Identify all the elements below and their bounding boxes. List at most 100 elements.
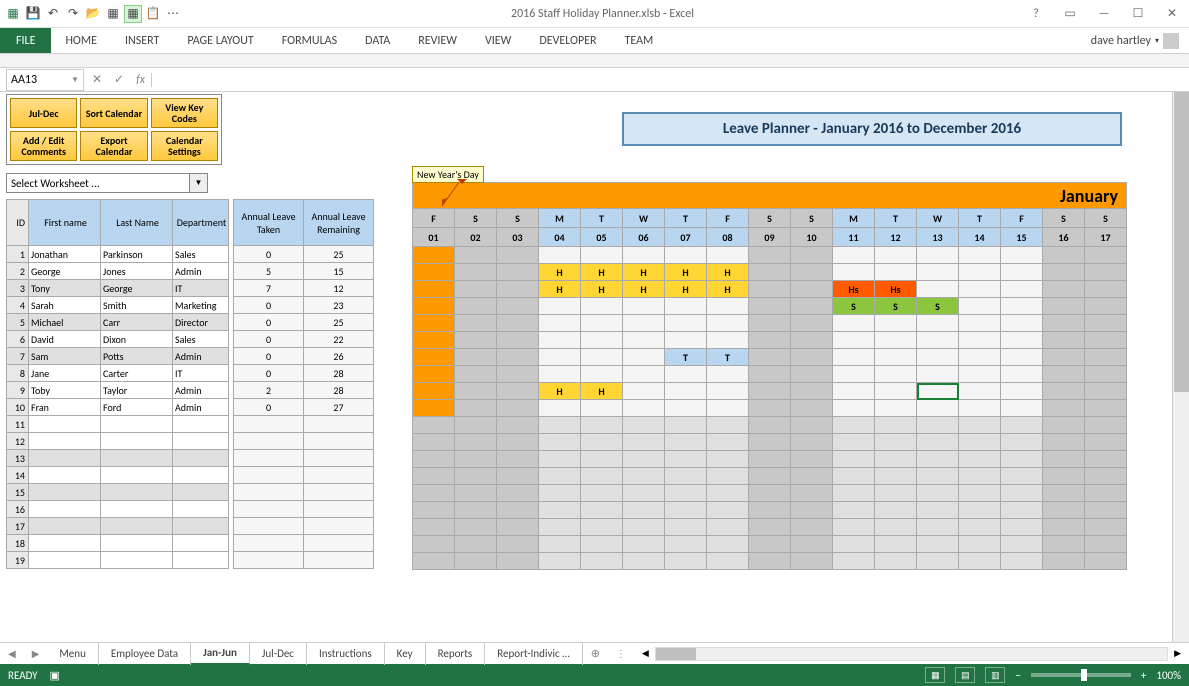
calendar-cell[interactable] (1001, 553, 1043, 570)
table-row[interactable] (234, 484, 374, 501)
calendar-cell[interactable]: H (707, 264, 749, 281)
calendar-cell[interactable] (581, 247, 623, 264)
calendar-cell[interactable] (497, 468, 539, 485)
calendar-cell[interactable] (1043, 485, 1085, 502)
calendar-cell[interactable] (665, 417, 707, 434)
calendar-row[interactable] (413, 400, 1127, 417)
table-row[interactable]: 12 (7, 433, 229, 450)
close-icon[interactable]: ✕ (1159, 6, 1185, 21)
calendar-cell[interactable] (1085, 281, 1127, 298)
calendar-cell[interactable] (791, 485, 833, 502)
calendar-cell[interactable] (413, 519, 455, 536)
calendar-cell[interactable] (917, 400, 959, 417)
calendar-cell[interactable] (749, 281, 791, 298)
calendar-cell[interactable] (455, 332, 497, 349)
calendar-cell[interactable]: H (581, 383, 623, 400)
calendar-row[interactable]: TT (413, 349, 1127, 366)
calendar-cell[interactable] (833, 247, 875, 264)
calendar-cell[interactable] (749, 553, 791, 570)
calendar-cell[interactable] (959, 502, 1001, 519)
calendar-cell[interactable] (497, 247, 539, 264)
calendar-cell[interactable] (1001, 383, 1043, 400)
calendar-cell[interactable] (413, 434, 455, 451)
user-menu[interactable]: dave hartley ▾ (1081, 28, 1189, 53)
calendar-cell[interactable] (497, 519, 539, 536)
table-row[interactable]: 228 (234, 382, 374, 399)
calendar-cell[interactable] (917, 247, 959, 264)
calendar-cell[interactable] (455, 434, 497, 451)
calendar-cell[interactable] (875, 519, 917, 536)
calendar-cell[interactable] (623, 502, 665, 519)
calendar-cell[interactable] (791, 332, 833, 349)
macro-icon[interactable]: ▣ (50, 669, 60, 682)
calendar-cell[interactable] (833, 536, 875, 553)
calendar-cell[interactable] (833, 502, 875, 519)
calendar-cell[interactable] (833, 332, 875, 349)
calendar-cell[interactable] (833, 553, 875, 570)
calendar-cell[interactable] (1043, 264, 1085, 281)
calendar-cell[interactable] (833, 264, 875, 281)
ribbon-tab-data[interactable]: DATA (351, 28, 404, 53)
calendar-cell[interactable] (791, 383, 833, 400)
calendar-cell[interactable] (497, 502, 539, 519)
calendar-cell[interactable] (539, 332, 581, 349)
calendar-cell[interactable] (833, 315, 875, 332)
calendar-cell[interactable] (959, 553, 1001, 570)
calendar-cell[interactable] (875, 468, 917, 485)
calendar-cell[interactable] (497, 451, 539, 468)
table-row[interactable] (234, 535, 374, 552)
calendar-cell[interactable]: H (707, 281, 749, 298)
calendar-cell[interactable]: H (623, 281, 665, 298)
vertical-scrollbar[interactable] (1172, 92, 1189, 642)
calendar-cell[interactable] (665, 485, 707, 502)
calendar-cell[interactable] (1043, 349, 1085, 366)
table-row[interactable] (234, 467, 374, 484)
calendar-cell[interactable] (455, 536, 497, 553)
calendar-cell[interactable] (623, 536, 665, 553)
calendar-cell[interactable] (623, 434, 665, 451)
calendar-cell[interactable] (455, 383, 497, 400)
grid-icon[interactable]: ▦ (104, 5, 122, 23)
calendar-cell[interactable] (749, 400, 791, 417)
enter-icon[interactable]: ✓ (108, 72, 130, 87)
calendar-cell[interactable] (707, 383, 749, 400)
table-row[interactable]: 025 (234, 246, 374, 263)
calendar-cell[interactable] (707, 400, 749, 417)
calendar-cell[interactable] (413, 451, 455, 468)
calendar-cell[interactable] (1001, 434, 1043, 451)
calendar-cell[interactable] (959, 519, 1001, 536)
calendar-cell[interactable] (917, 519, 959, 536)
table-row[interactable] (234, 416, 374, 433)
calendar-cell[interactable] (791, 553, 833, 570)
calendar-cell[interactable] (581, 434, 623, 451)
calendar-cell[interactable] (749, 298, 791, 315)
table-row[interactable]: 2GeorgeJonesAdmin (7, 263, 229, 280)
cancel-icon[interactable]: ✕ (86, 72, 108, 87)
calendar-cell[interactable] (791, 400, 833, 417)
calendar-cell[interactable] (959, 417, 1001, 434)
sheet-tab-jan-jun[interactable]: Jan-Jun (191, 643, 250, 665)
table-row[interactable]: 712 (234, 280, 374, 297)
table-row[interactable]: 026 (234, 348, 374, 365)
calendar-cell[interactable] (413, 383, 455, 400)
calendar-cell[interactable]: S (833, 298, 875, 315)
table-row[interactable]: 7SamPottsAdmin (7, 348, 229, 365)
calendar-cell[interactable] (497, 315, 539, 332)
calendar-cell[interactable]: S (917, 298, 959, 315)
paste-icon[interactable]: 📋 (144, 5, 162, 23)
calendar-cell[interactable] (875, 247, 917, 264)
calendar-cell[interactable] (665, 434, 707, 451)
calendar-cell[interactable] (959, 298, 1001, 315)
calendar-cell[interactable]: H (539, 383, 581, 400)
ribbon-tab-insert[interactable]: INSERT (111, 28, 173, 53)
calendar-cell[interactable] (455, 417, 497, 434)
calendar-cell[interactable] (1043, 536, 1085, 553)
calendar-cell[interactable] (833, 349, 875, 366)
scroll-right-icon[interactable]: ▶ (1174, 648, 1181, 659)
calendar-cell[interactable] (623, 315, 665, 332)
calendar-cell[interactable] (749, 366, 791, 383)
calendar-cell[interactable] (1085, 298, 1127, 315)
jul-dec-button[interactable]: Jul-Dec (10, 98, 77, 128)
calendar-cell[interactable] (665, 451, 707, 468)
calendar-cell[interactable] (749, 502, 791, 519)
